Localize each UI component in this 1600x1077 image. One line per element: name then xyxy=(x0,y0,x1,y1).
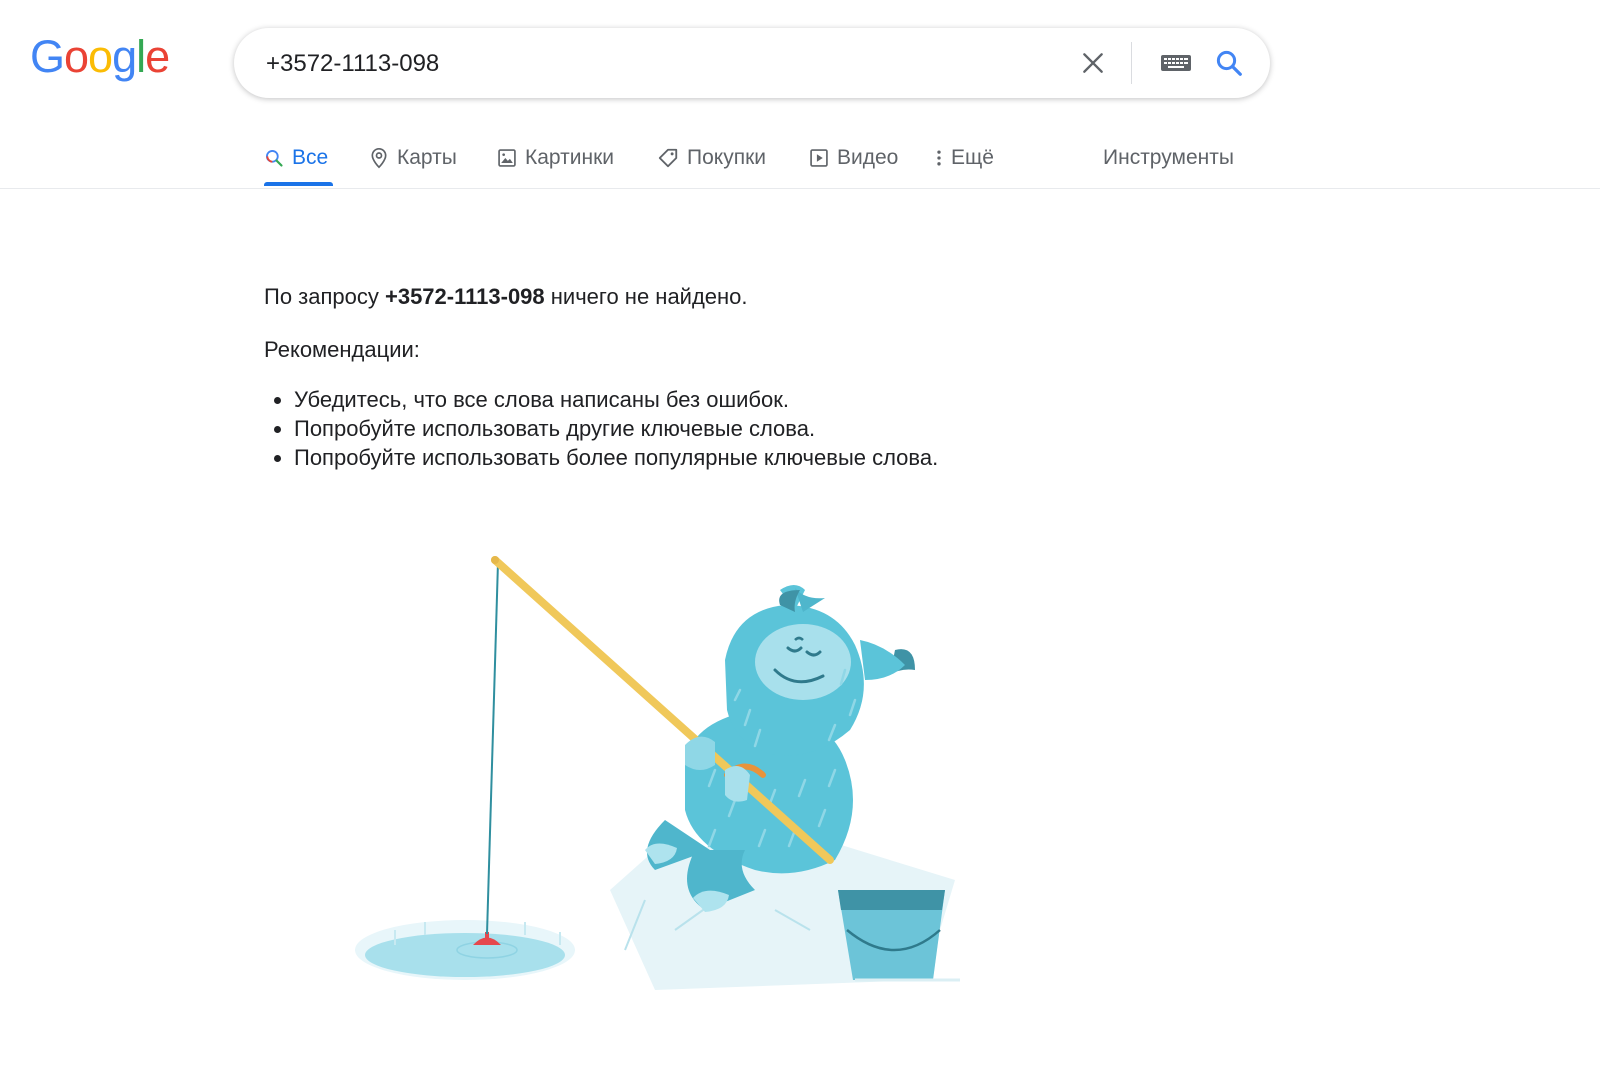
list-item: Попробуйте использовать более популярные… xyxy=(294,443,938,472)
recommendations-list: Убедитесь, что все слова написаны без ош… xyxy=(264,385,938,472)
search-icon xyxy=(1216,50,1242,76)
tab-label: Ещё xyxy=(951,146,994,169)
logo-letter: e xyxy=(145,31,170,82)
no-results-prefix: По запросу xyxy=(264,284,385,309)
keyboard-button[interactable] xyxy=(1154,48,1198,78)
recommendations-title: Рекомендации: xyxy=(264,337,420,362)
play-icon xyxy=(810,149,828,167)
clear-button[interactable] xyxy=(1076,46,1110,80)
tools-button[interactable]: Инструменты xyxy=(1103,138,1234,178)
logo-letter: g xyxy=(112,31,137,82)
search-tabs: Все Карты Картинки Покупки Видео Ещё Инс… xyxy=(0,130,1600,189)
search-input[interactable] xyxy=(264,28,1028,100)
list-item: Убедитесь, что все слова написаны без ош… xyxy=(294,385,938,414)
tab-images[interactable]: Картинки xyxy=(497,138,614,178)
search-button[interactable] xyxy=(1210,44,1248,82)
keyboard-icon xyxy=(1161,55,1191,71)
tab-more[interactable]: Ещё xyxy=(935,138,994,178)
no-results-message: По запросу +3572-1113-098 ничего не найд… xyxy=(264,284,748,310)
tab-shopping[interactable]: Покупки xyxy=(657,138,766,178)
google-logo[interactable]: Google xyxy=(30,31,170,82)
tab-label: Все xyxy=(292,146,329,169)
list-item: Попробуйте использовать другие ключевые … xyxy=(294,414,938,443)
image-icon xyxy=(498,149,516,167)
search-icon xyxy=(266,150,283,167)
logo-letter: l xyxy=(136,31,146,82)
tools-label: Инструменты xyxy=(1103,146,1234,169)
active-tab-indicator xyxy=(264,182,333,186)
map-pin-icon xyxy=(371,147,387,169)
tab-label: Покупки xyxy=(687,146,766,169)
logo-letter: o xyxy=(64,31,89,82)
tab-label: Картинки xyxy=(525,146,614,169)
search-results-page: Google +3572-1113-098 Все Карты Картинки… xyxy=(0,0,1600,1077)
tab-video[interactable]: Видео xyxy=(809,138,898,178)
no-results-query: +3572-1113-098 xyxy=(384,284,545,309)
logo-letter: o xyxy=(88,31,113,82)
tab-all[interactable]: Все xyxy=(264,138,328,178)
close-icon xyxy=(1083,53,1103,73)
logo-letter: G xyxy=(30,31,65,82)
tab-maps[interactable]: Карты xyxy=(369,138,457,178)
search-box xyxy=(234,28,1270,100)
searchbox-divider xyxy=(1131,42,1132,84)
tag-icon xyxy=(658,148,678,168)
tab-label: Карты xyxy=(397,146,457,169)
tab-label: Видео xyxy=(837,146,899,169)
more-vert-icon xyxy=(937,150,941,166)
no-results-suffix: ничего не найдено. xyxy=(544,284,748,309)
fishing-yeti-illustration xyxy=(355,556,960,990)
